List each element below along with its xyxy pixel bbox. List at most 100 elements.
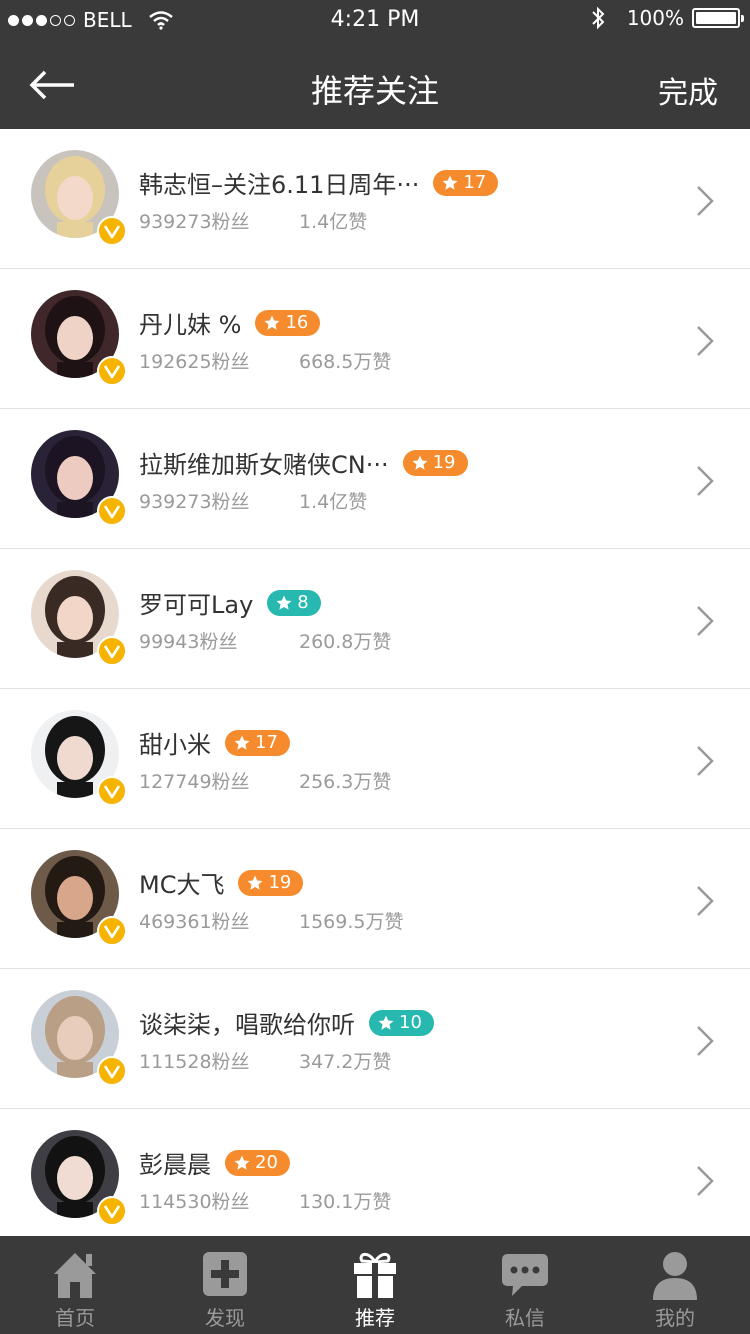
user-row[interactable]: 罗可可Lay 8 99943粉丝 260.8万赞	[0, 549, 750, 689]
level-value: 20	[255, 1152, 278, 1173]
verified-badge-icon	[97, 216, 127, 246]
level-value: 19	[432, 452, 456, 473]
star-icon	[234, 1155, 250, 1170]
user-stats: 192625粉丝 668.5万赞	[139, 347, 391, 374]
verified-badge-icon	[97, 496, 127, 526]
gift-icon	[354, 1252, 396, 1298]
chevron-right-icon	[697, 466, 714, 496]
level-badge: 17	[433, 169, 499, 196]
tab-chat-bubble[interactable]: 私信	[450, 1236, 600, 1334]
name-line: 彭晨晨 20	[139, 1145, 290, 1180]
likes-count: 668.5万赞	[299, 351, 392, 373]
star-icon	[378, 1015, 394, 1030]
user-row[interactable]: 拉斯维加斯女赌侠CN··· 19 939273粉丝 1.4亿赞	[0, 409, 750, 549]
fans-count: 939273粉丝	[139, 211, 250, 233]
likes-count: 1569.5万赞	[299, 911, 404, 933]
chat-bubble-icon	[502, 1254, 548, 1296]
avatar[interactable]	[31, 290, 127, 386]
level-value: 19	[268, 872, 292, 893]
fans-count: 114530粉丝	[139, 1191, 250, 1213]
verified-badge-icon	[97, 1056, 127, 1086]
level-badge: 20	[225, 1149, 290, 1176]
chevron-right-icon	[697, 1026, 714, 1056]
verified-badge-icon	[97, 636, 127, 666]
tab-label: 发现	[205, 1306, 245, 1330]
level-badge: 17	[225, 729, 290, 756]
level-value: 17	[463, 172, 487, 193]
user-stats: 111528粉丝 347.2万赞	[139, 1047, 391, 1074]
user-name: 罗可可Lay	[139, 591, 254, 619]
name-line: 韩志恒–关注6.11日周年··· 17	[139, 165, 499, 200]
user-stats: 114530粉丝 130.1万赞	[139, 1187, 391, 1214]
tab-discover-plus[interactable]: 发现	[150, 1236, 300, 1334]
user-stats: 127749粉丝 256.3万赞	[139, 767, 391, 794]
name-line: 甜小米 17	[139, 725, 290, 760]
user-stats: 469361粉丝 1569.5万赞	[139, 907, 403, 934]
fans-count: 939273粉丝	[139, 491, 250, 513]
page-title: 推荐关注	[310, 72, 439, 110]
chevron-right-icon	[697, 746, 714, 776]
user-name: 甜小米	[139, 731, 211, 759]
user-row[interactable]: 彭晨晨 20 114530粉丝 130.1万赞	[0, 1109, 750, 1249]
avatar[interactable]	[31, 150, 127, 246]
level-badge: 19	[402, 449, 468, 476]
chevron-right-icon	[697, 606, 714, 636]
avatar[interactable]	[31, 430, 127, 526]
home-icon	[54, 1253, 96, 1298]
tab-label: 私信	[505, 1306, 545, 1330]
user-name: 彭晨晨	[139, 1151, 211, 1179]
chevron-right-icon	[697, 326, 714, 356]
avatar[interactable]	[31, 710, 127, 806]
user-row[interactable]: 丹儿妹 % 16 192625粉丝 668.5万赞	[0, 269, 750, 409]
name-line: 罗可可Lay 8	[139, 585, 321, 620]
recommended-user-list: 韩志恒–关注6.11日周年··· 17 939273粉丝 1.4亿赞 丹儿妹 %…	[0, 129, 750, 1249]
verified-badge-icon	[97, 776, 127, 806]
user-row[interactable]: 甜小米 17 127749粉丝 256.3万赞	[0, 689, 750, 829]
profile-icon	[653, 1252, 697, 1300]
done-button[interactable]: 完成	[658, 68, 718, 112]
fans-count: 111528粉丝	[139, 1051, 250, 1073]
bluetooth-icon	[592, 6, 605, 30]
avatar[interactable]	[31, 990, 127, 1086]
name-line: 拉斯维加斯女赌侠CN··· 19	[139, 445, 468, 480]
user-stats: 99943粉丝 260.8万赞	[139, 627, 391, 654]
user-row[interactable]: MC大飞 19 469361粉丝 1569.5万赞	[0, 829, 750, 969]
level-value: 17	[255, 732, 278, 753]
bottom-tab-bar: 首页 发现 推荐 私信 我的	[0, 1236, 750, 1334]
star-icon	[276, 595, 292, 610]
user-row[interactable]: 韩志恒–关注6.11日周年··· 17 939273粉丝 1.4亿赞	[0, 129, 750, 269]
level-badge: 8	[267, 589, 321, 616]
verified-badge-icon	[97, 356, 127, 386]
battery-percent: 100%	[626, 6, 684, 30]
level-badge: 10	[369, 1009, 434, 1036]
user-row[interactable]: 谈柒柒，唱歌给你听 10 111528粉丝 347.2万赞	[0, 969, 750, 1109]
tab-profile[interactable]: 我的	[600, 1236, 750, 1334]
discover-plus-icon	[203, 1252, 247, 1296]
tab-home[interactable]: 首页	[0, 1236, 150, 1334]
user-name: 韩志恒–关注6.11日周年···	[139, 171, 420, 199]
level-value: 16	[285, 312, 309, 333]
user-name: 丹儿妹 %	[139, 311, 242, 339]
level-badge: 19	[238, 869, 304, 896]
name-line: MC大飞 19	[139, 865, 304, 900]
navigation-bar: 推荐关注 完成	[0, 40, 750, 129]
star-icon	[247, 875, 263, 890]
tab-label: 首页	[55, 1306, 95, 1330]
avatar[interactable]	[31, 1130, 127, 1226]
level-value: 10	[399, 1012, 422, 1033]
tab-gift[interactable]: 推荐	[300, 1236, 450, 1334]
user-name: 谈柒柒，唱歌给你听	[139, 1011, 355, 1039]
star-icon	[234, 735, 250, 750]
likes-count: 347.2万赞	[299, 1051, 392, 1073]
likes-count: 1.4亿赞	[299, 211, 368, 233]
fans-count: 192625粉丝	[139, 351, 250, 373]
chevron-right-icon	[697, 886, 714, 916]
user-stats: 939273粉丝 1.4亿赞	[139, 487, 367, 514]
avatar[interactable]	[31, 570, 127, 666]
level-badge: 16	[255, 309, 321, 336]
likes-count: 1.4亿赞	[299, 491, 368, 513]
verified-badge-icon	[97, 1196, 127, 1226]
name-line: 丹儿妹 % 16	[139, 305, 321, 340]
avatar[interactable]	[31, 850, 127, 946]
name-line: 谈柒柒，唱歌给你听 10	[139, 1005, 434, 1040]
